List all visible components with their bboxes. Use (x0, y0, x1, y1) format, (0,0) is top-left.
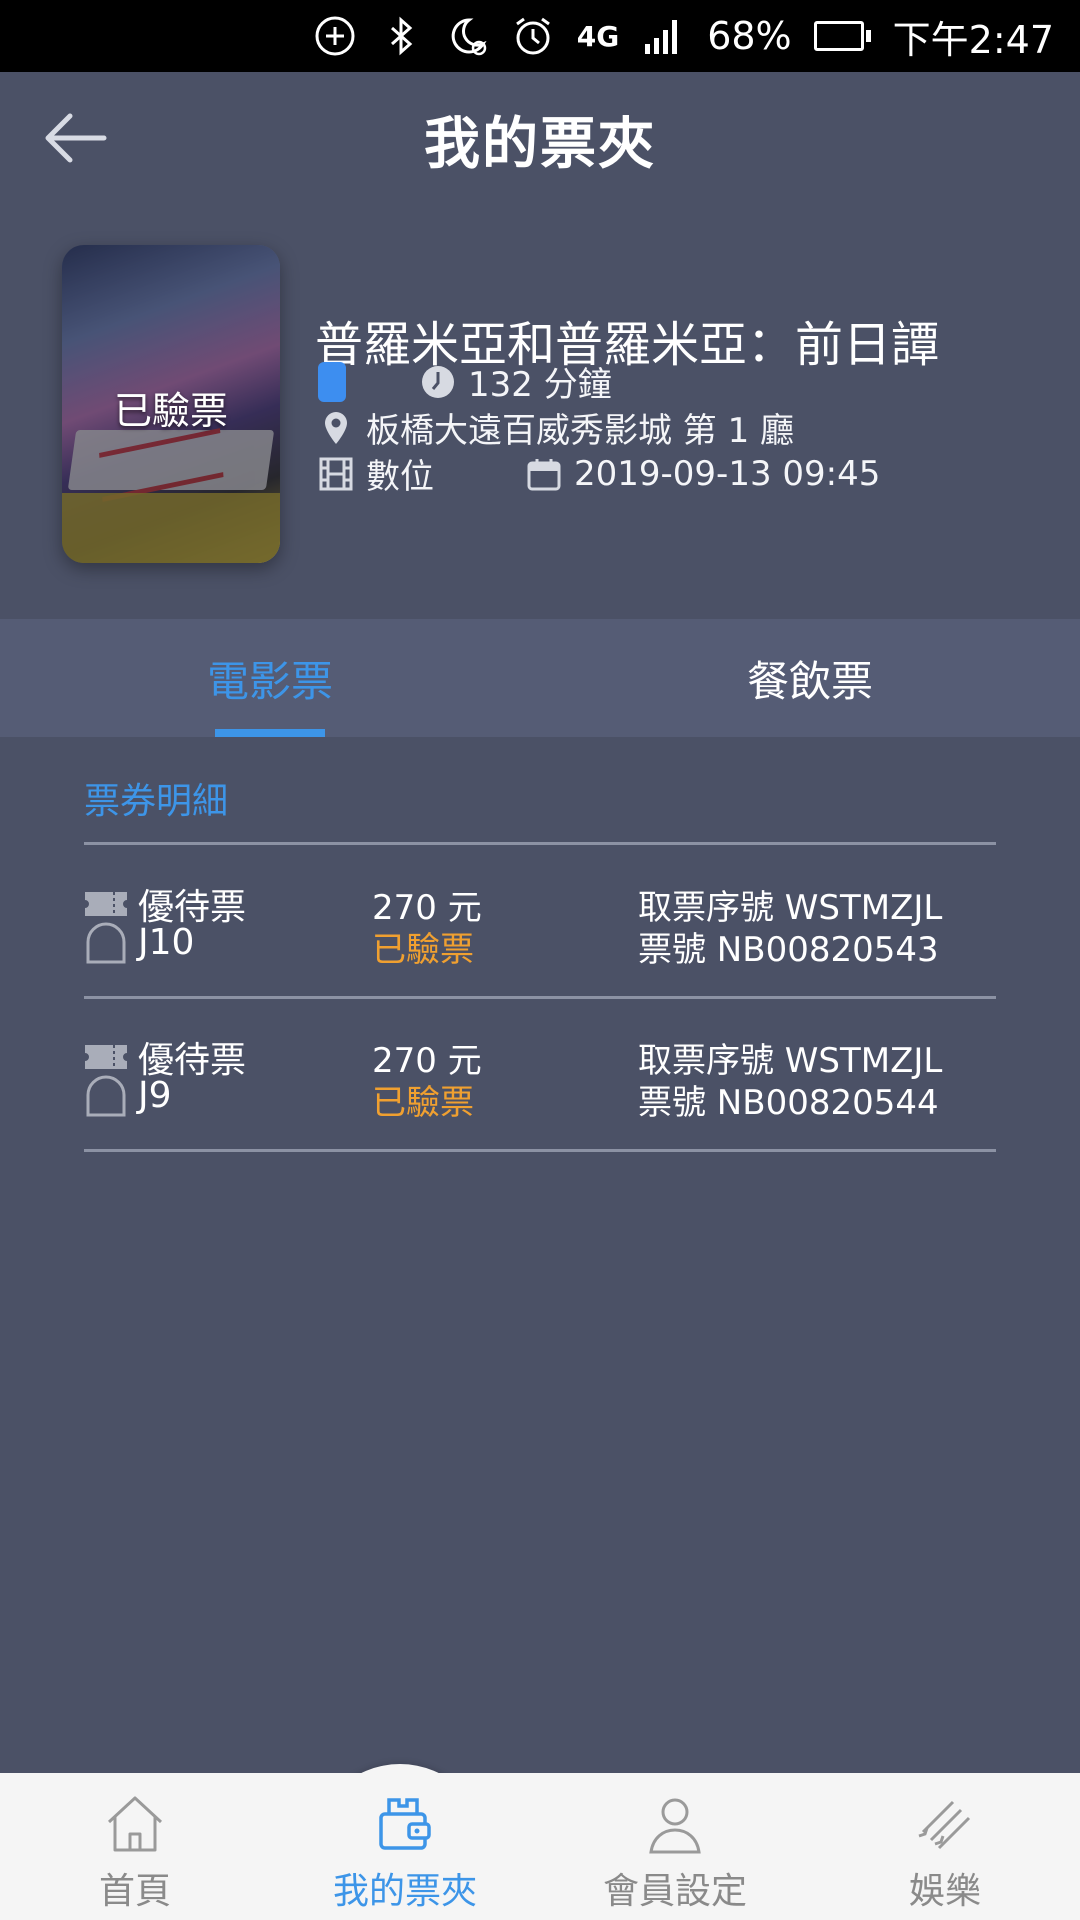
cinema-row: 板橋大遠百威秀影城 第 1 廳 (318, 403, 794, 452)
nav-member-settings[interactable]: 會員設定 (540, 1773, 810, 1920)
moon-alarm-icon (445, 14, 489, 58)
seat-icon (86, 922, 126, 964)
nav-entertainment[interactable]: 娛樂 (810, 1773, 1080, 1920)
poster-status-label: 已驗票 (113, 389, 228, 433)
ticket-row: 優待票 J9 270 元 已驗票 取票序號 WSTMZJL 票號 NB00820… (84, 1031, 996, 1181)
rating-duration-row: 132 分鐘 (318, 357, 612, 406)
movie-format: 數位 (366, 457, 434, 497)
movie-poster: 已驗票 (62, 245, 280, 563)
seat-number: J10 (138, 921, 195, 963)
entertainment-icon (918, 1800, 971, 1850)
nav-home[interactable]: 首頁 (0, 1773, 270, 1920)
movie-info: 已驗票 普羅米亞和普羅米亞：前日譚 132 分鐘 板橋大遠百威秀影城 第 1 廳… (0, 207, 1080, 619)
seat-number: J9 (138, 1074, 172, 1116)
location-pin-icon (325, 411, 347, 444)
divider (84, 996, 996, 999)
ticket-number: 票號 NB00820544 (638, 1083, 939, 1123)
seat-icon (86, 1075, 126, 1117)
ticket-number: 票號 NB00820543 (638, 930, 939, 970)
battery-icon (813, 21, 871, 51)
ticket-status: 已驗票 (372, 930, 474, 970)
divider (84, 1149, 996, 1152)
network-4g-label: 4G (576, 19, 620, 53)
show-datetime: 2019-09-13 09:45 (574, 453, 881, 494)
ticket-status: 已驗票 (372, 1083, 474, 1123)
cinema-name: 板橋大遠百威秀影城 第 1 廳 (366, 411, 795, 451)
film-icon (319, 457, 353, 490)
alarm-icon (511, 14, 555, 58)
tab-food-tickets[interactable]: 餐飲票 (540, 619, 1080, 737)
rating-badge (318, 361, 346, 402)
wallet-icon (379, 1798, 431, 1850)
user-icon (649, 1798, 701, 1854)
page-title: 我的票夾 (424, 112, 656, 177)
nav-my-wallet[interactable]: 我的票夾 (270, 1773, 540, 1920)
divider (84, 842, 996, 845)
app-header: 我的票夾 (0, 72, 1080, 207)
tab-movie-tickets[interactable]: 電影票 (0, 619, 540, 737)
signal-icon (641, 14, 685, 58)
back-arrow-icon[interactable] (40, 108, 110, 168)
calendar-icon (527, 458, 561, 490)
bluetooth-icon (379, 14, 423, 58)
format-date-row: 數位 2019-09-13 09:45 (318, 449, 880, 498)
add-circle-icon (313, 14, 357, 58)
ticket-row: 優待票 J10 270 元 已驗票 取票序號 WSTMZJL 票號 NB0082… (84, 878, 996, 1028)
movie-duration: 132 分鐘 (468, 365, 612, 405)
home-icon (107, 1796, 163, 1852)
status-time: 下午2:47 (892, 17, 1054, 62)
active-tab-indicator (215, 729, 325, 737)
status-bar: 4G 68% 下午2:47 (0, 0, 1080, 72)
clock-icon (422, 365, 454, 398)
ticket-tabs: 電影票 餐飲票 (0, 619, 1080, 737)
detail-heading: 票券明細 (84, 781, 229, 822)
battery-percent: 68% (707, 14, 792, 58)
bottom-nav: 首頁 我的票夾 會員設定 娛樂 (0, 1773, 1080, 1920)
